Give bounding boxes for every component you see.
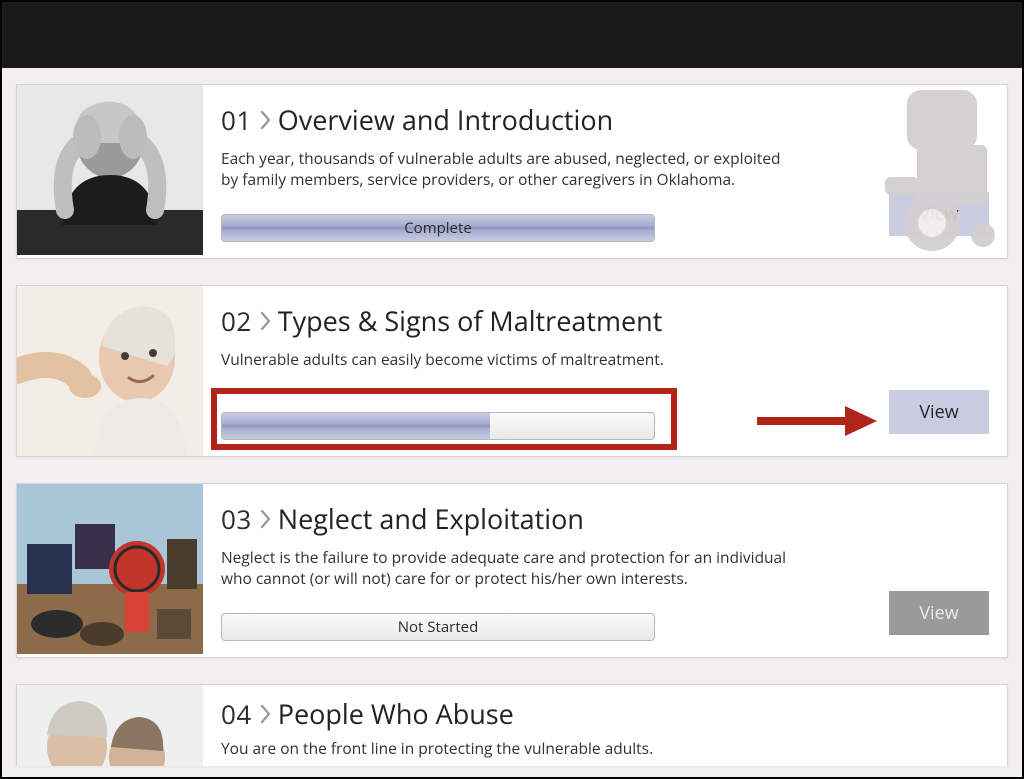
view-button[interactable]: View [889, 390, 989, 434]
module-title: Types & Signs of Maltreatment [278, 302, 663, 339]
thumbnail-image-people [17, 685, 203, 766]
module-card: 03 Neglect and Exploitation Neglect is t… [16, 483, 1008, 658]
module-title-row: 04 People Who Abuse [221, 695, 827, 732]
module-number: 03 [221, 501, 252, 537]
view-button: View [889, 591, 989, 635]
module-actions: View [847, 85, 1007, 258]
module-number: 02 [221, 303, 252, 339]
module-title-row: 02 Types & Signs of Maltreatment [221, 302, 827, 339]
chevron-right-icon [260, 311, 272, 331]
chevron-right-icon [260, 509, 272, 529]
module-thumbnail [17, 85, 203, 255]
module-thumbnail [17, 484, 203, 654]
module-body: 02 Types & Signs of Maltreatment Vulnera… [203, 286, 847, 456]
progress-bar: Complete [221, 214, 655, 242]
module-description: Neglect is the failure to provide adequa… [221, 547, 801, 589]
thumbnail-image-cluttered-room [17, 484, 203, 654]
module-title-row: 03 Neglect and Exploitation [221, 500, 827, 537]
progress-label: Complete [404, 218, 472, 238]
chevron-right-icon [260, 110, 272, 130]
module-body: 03 Neglect and Exploitation Neglect is t… [203, 484, 847, 657]
thumbnail-image-elderly-care [17, 286, 203, 456]
module-title: People Who Abuse [278, 695, 514, 732]
module-actions: View [847, 484, 1007, 657]
progress-bar [221, 412, 655, 440]
module-number: 01 [221, 102, 252, 138]
module-thumbnail [17, 286, 203, 456]
progress-label: Not Started [398, 617, 479, 637]
chevron-right-icon [260, 704, 272, 724]
thumbnail-image-elderly-distress [17, 85, 203, 255]
module-list: 01 Overview and Introduction Each year, … [2, 68, 1022, 766]
module-card: 04 People Who Abuse You are on the front… [16, 684, 1008, 766]
module-body: 01 Overview and Introduction Each year, … [203, 85, 847, 258]
module-title-row: 01 Overview and Introduction [221, 101, 827, 138]
module-body: 04 People Who Abuse You are on the front… [203, 685, 847, 766]
module-thumbnail [17, 685, 203, 766]
view-button[interactable]: View [889, 192, 989, 236]
module-number: 04 [221, 696, 252, 732]
top-bar [2, 2, 1022, 68]
progress-bar: Not Started [221, 613, 655, 641]
module-description: You are on the front line in protecting … [221, 738, 801, 759]
module-card: 02 Types & Signs of Maltreatment Vulnera… [16, 285, 1008, 457]
module-actions: View [847, 286, 1007, 456]
module-description: Each year, thousands of vulnerable adult… [221, 148, 801, 190]
module-card: 01 Overview and Introduction Each year, … [16, 84, 1008, 259]
module-description: Vulnerable adults can easily become vict… [221, 349, 801, 370]
module-title: Overview and Introduction [278, 101, 613, 138]
module-actions [847, 685, 1007, 766]
module-title: Neglect and Exploitation [278, 500, 584, 537]
